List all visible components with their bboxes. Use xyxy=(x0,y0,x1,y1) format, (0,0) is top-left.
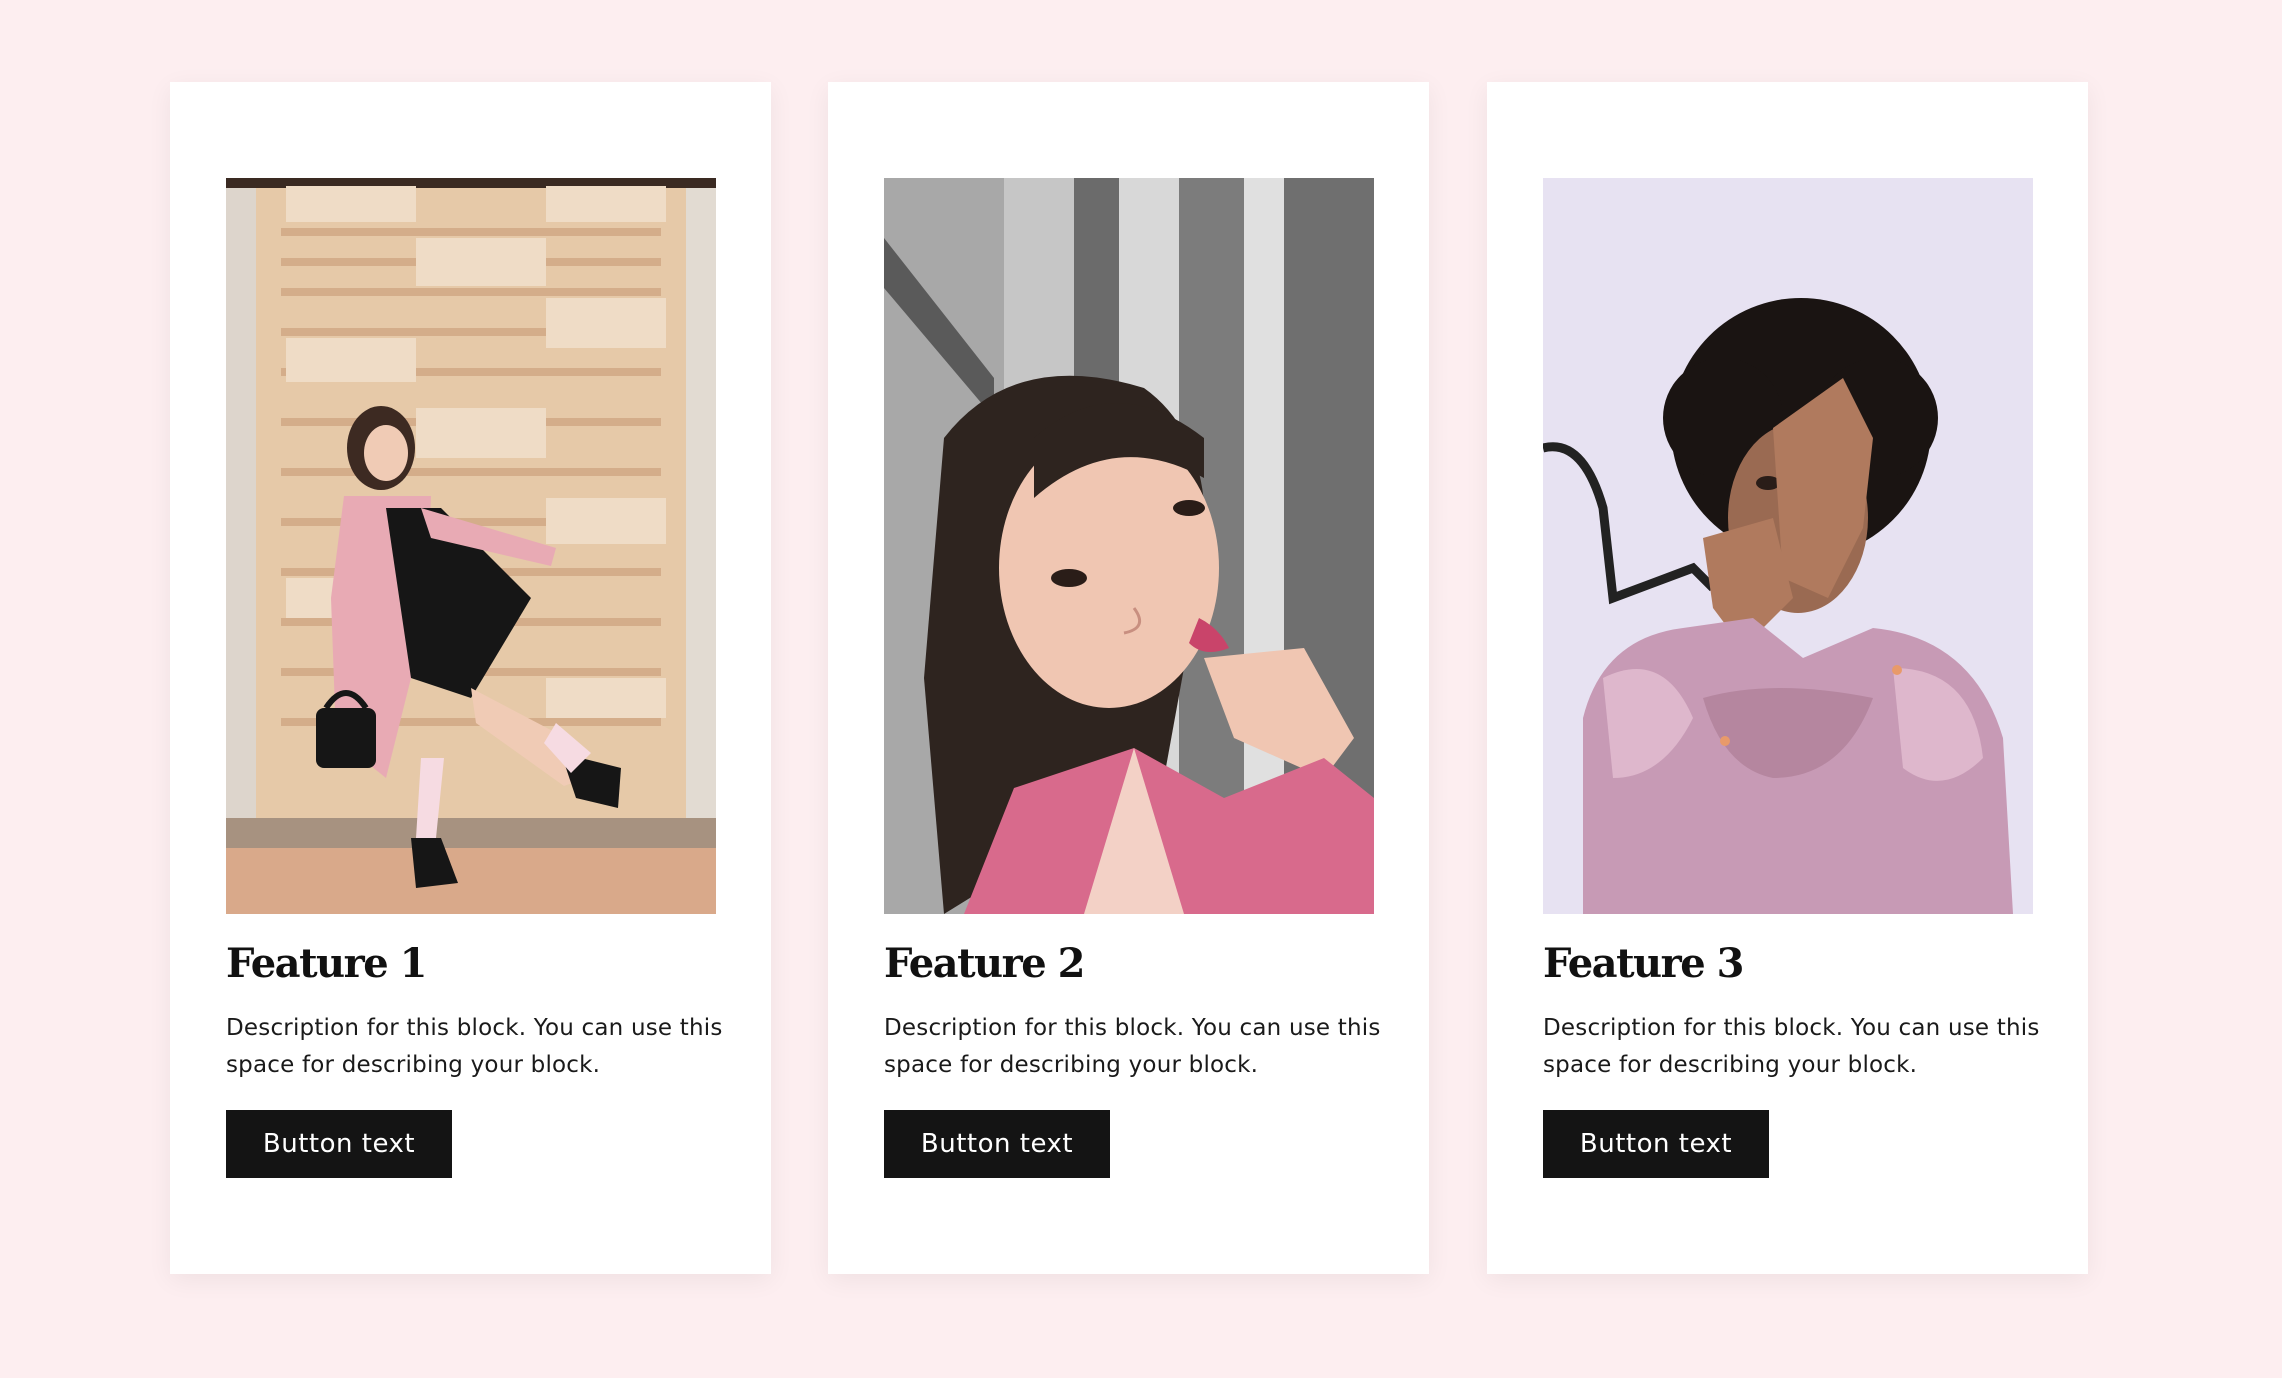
feature-button[interactable]: Button text xyxy=(226,1110,452,1178)
feature-description: Description for this block. You can use … xyxy=(1543,1015,2040,1078)
feature-title: Feature 2 xyxy=(884,940,1085,987)
feature-image-1 xyxy=(226,178,716,914)
feature-description: Description for this block. You can use … xyxy=(226,1015,723,1078)
feature-title: Feature 1 xyxy=(226,940,427,987)
photo-woman-pink-jacket xyxy=(884,178,1374,914)
feature-card-1: Feature 1 Description for this block. Yo… xyxy=(170,82,771,1274)
feature-button[interactable]: Button text xyxy=(884,1110,1110,1178)
feature-cards: Feature 1 Description for this block. Yo… xyxy=(0,0,2282,1378)
feature-image-2 xyxy=(884,178,1374,914)
feature-card-3: Feature 3 Description for this block. Yo… xyxy=(1487,82,2088,1274)
feature-button[interactable]: Button text xyxy=(1543,1110,1769,1178)
photo-woman-satin-blouse xyxy=(1543,178,2033,914)
feature-image-3 xyxy=(1543,178,2033,914)
feature-card-2: Feature 2 Description for this block. Yo… xyxy=(828,82,1429,1274)
photo-woman-pink-coat xyxy=(226,178,716,914)
feature-title: Feature 3 xyxy=(1543,940,1744,987)
feature-description: Description for this block. You can use … xyxy=(884,1015,1381,1078)
